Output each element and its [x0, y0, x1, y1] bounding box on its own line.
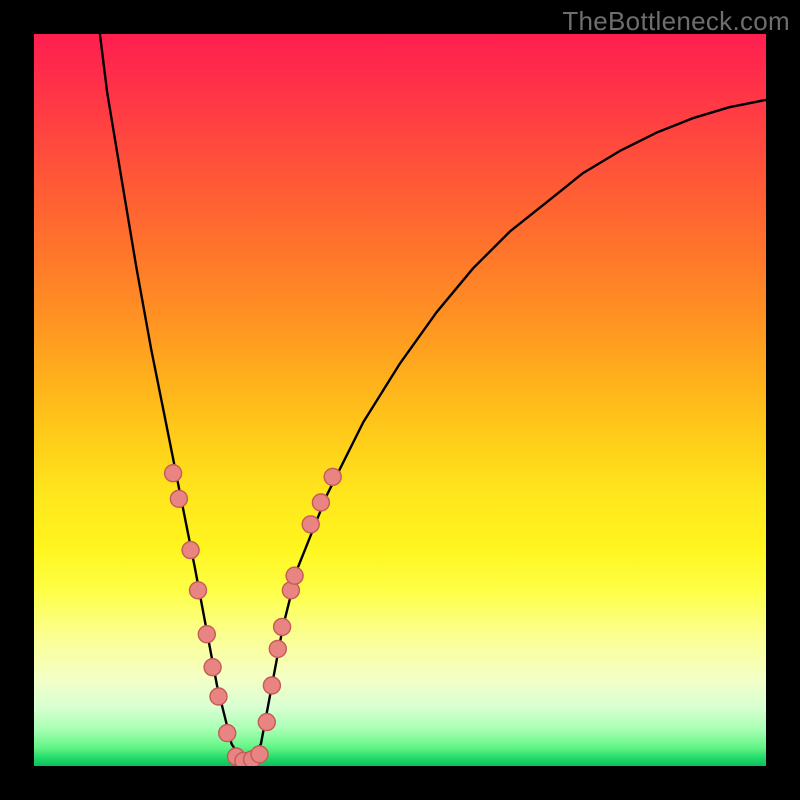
marker-right-low-4 [274, 618, 291, 635]
bottleneck-curve [100, 34, 766, 766]
plot-area [34, 34, 766, 766]
marker-left-mid-2 [190, 582, 207, 599]
marker-right-mid-2 [286, 567, 303, 584]
marker-left-upper-1 [165, 465, 182, 482]
marker-left-low-1 [198, 626, 215, 643]
marker-left-low-3 [210, 688, 227, 705]
marker-left-low-4 [219, 725, 236, 742]
chart-svg [34, 34, 766, 766]
marker-left-low-2 [204, 659, 221, 676]
marker-left-mid-1 [182, 542, 199, 559]
watermark-text: TheBottleneck.com [562, 6, 790, 37]
marker-right-upper-2 [312, 494, 329, 511]
marker-layer [165, 465, 342, 766]
marker-bottom-4 [251, 746, 268, 763]
marker-right-upper-3 [324, 468, 341, 485]
marker-right-low-3 [269, 640, 286, 657]
marker-right-low-1 [258, 714, 275, 731]
marker-right-low-2 [263, 677, 280, 694]
chart-frame: TheBottleneck.com [0, 0, 800, 800]
marker-left-upper-2 [170, 490, 187, 507]
marker-right-upper-1 [302, 516, 319, 533]
